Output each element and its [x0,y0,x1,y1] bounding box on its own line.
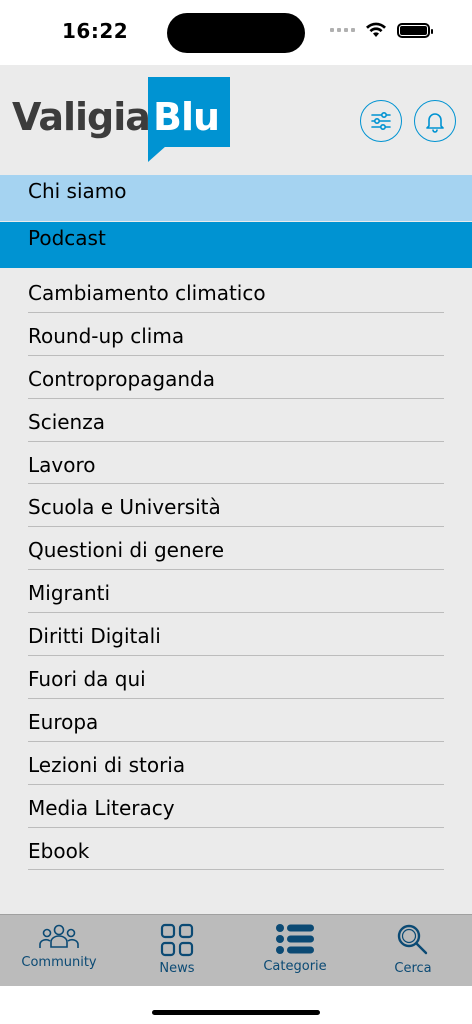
menu-item-chi-siamo[interactable]: Chi siamo [0,175,472,221]
chi-siamo-label: Chi siamo [28,179,127,203]
list-icon [276,924,314,954]
grid-icon [160,923,194,957]
category-item[interactable]: Fuori da qui [28,656,444,699]
category-item[interactable]: Europa [28,699,444,742]
signal-icon [330,28,355,32]
tab-cerca[interactable]: Cerca [354,915,472,986]
logo-speech-tail [148,146,166,162]
tab-label: News [159,961,195,976]
people-icon [39,924,79,948]
home-indicator-area [0,986,472,1024]
tab-news[interactable]: News [118,915,236,986]
category-item[interactable]: Questioni di genere [28,527,444,571]
status-bar: 16:22 [0,0,472,65]
menu-item-podcast[interactable]: Podcast [0,222,472,268]
category-item[interactable]: Lavoro [28,442,444,485]
category-item[interactable]: Lezioni di storia [28,742,444,785]
category-item[interactable]: Diritti Digitali [28,613,444,657]
category-item[interactable]: Ebook [28,828,444,871]
category-item[interactable]: Scuola e Università [28,484,444,528]
battery-icon [397,22,433,38]
filter-button[interactable] [360,100,402,142]
tab-categorie[interactable]: Categorie [236,915,354,986]
logo-text-valigia: Valigia [12,95,151,139]
bell-icon [426,113,444,133]
notifications-button[interactable] [414,100,456,142]
logo-text-blu: Blu [153,95,220,139]
category-item[interactable]: Cambiamento climatico [28,270,444,313]
header: Valigia Blu [0,65,472,175]
category-item[interactable]: Scienza [28,399,444,442]
dynamic-island [167,13,305,53]
status-time: 16:22 [62,19,129,43]
tab-label: Cerca [394,961,432,976]
tab-bar: Community News Categorie Cerca [0,914,472,986]
category-item[interactable]: Contropropaganda [28,356,444,399]
home-indicator[interactable] [152,1010,320,1015]
podcast-label: Podcast [28,226,106,250]
status-indicators [330,22,433,38]
tab-community[interactable]: Community [0,915,118,986]
category-item[interactable]: Media Literacy [28,785,444,828]
main-area: Valigia Blu Chi siamo Podcast Cambiament… [0,65,472,914]
tab-label: Categorie [263,959,327,974]
category-item[interactable]: Migranti [28,570,444,614]
category-item[interactable]: Round-up clima [28,313,444,356]
sliders-icon [371,111,391,131]
wifi-icon [366,22,386,37]
search-icon [397,924,428,955]
tab-label: Community [21,955,97,970]
category-list: Cambiamento climatico Round-up clima Con… [28,270,444,871]
